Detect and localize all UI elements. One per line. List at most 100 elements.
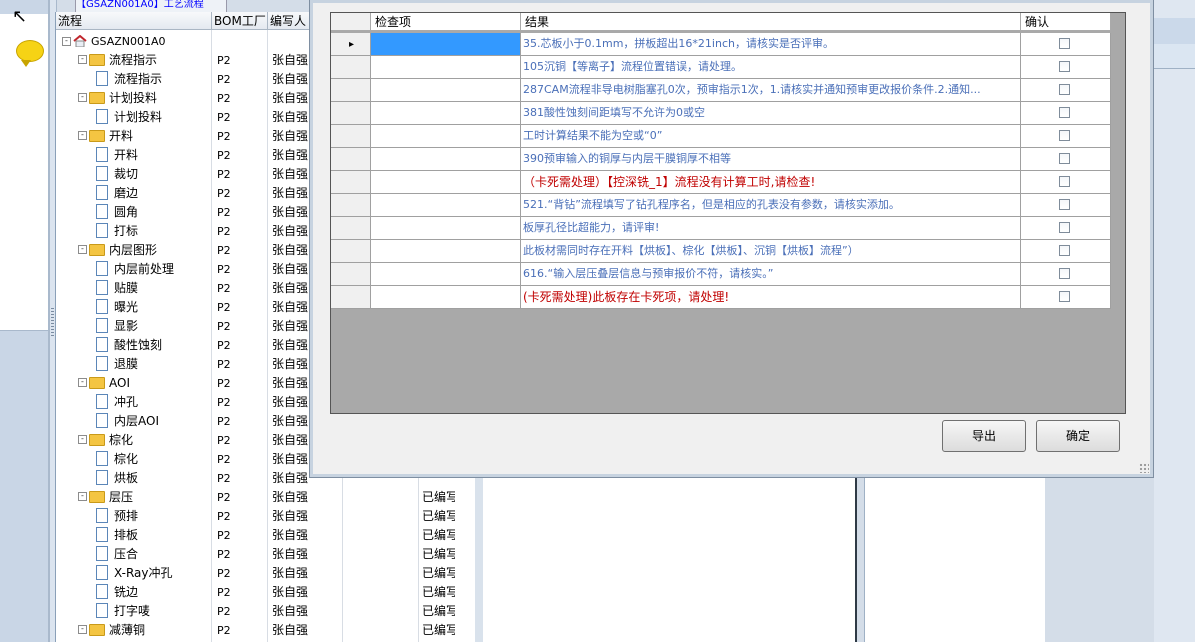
confirm-cell[interactable] <box>1021 79 1111 102</box>
confirm-cell[interactable] <box>1021 194 1111 217</box>
resize-grip-icon[interactable] <box>1139 463 1149 473</box>
check-item-cell[interactable] <box>371 194 521 217</box>
result-cell[interactable]: 35.芯板小于0.1mm，拼板超出16*21inch，请核实是否评审。 <box>521 33 1021 56</box>
chat-bubble-icon[interactable] <box>16 40 44 67</box>
collapse-icon[interactable]: - <box>78 245 87 254</box>
confirm-cell[interactable] <box>1021 240 1111 263</box>
result-cell[interactable]: （卡死需处理）【控深铣_1】流程没有计算工时,请检查! <box>521 171 1021 194</box>
collapse-icon[interactable]: - <box>78 55 87 64</box>
result-cell[interactable]: 此板材需同时存在开料【烘板】、棕化【烘板】、沉铜【烘板】流程”） <box>521 240 1021 263</box>
confirm-cell[interactable] <box>1021 33 1111 56</box>
confirm-cell[interactable] <box>1021 171 1111 194</box>
tree-row[interactable]: 铣边 P2 张自强 已编写 <box>56 583 476 602</box>
tree-row[interactable]: - 层压 P2 张自强 已编写 <box>56 488 476 507</box>
confirm-cell[interactable] <box>1021 217 1111 240</box>
column-header-bom[interactable]: BOM工厂 <box>212 12 268 30</box>
check-item-cell[interactable] <box>371 148 521 171</box>
row-header[interactable] <box>331 240 371 263</box>
check-result-row[interactable]: ▸ 35.芯板小于0.1mm，拼板超出16*21inch，请核实是否评审。 <box>331 33 1111 56</box>
row-header[interactable] <box>331 217 371 240</box>
splitter-grip-icon[interactable] <box>51 308 54 338</box>
confirm-cell[interactable] <box>1021 102 1111 125</box>
collapse-icon[interactable]: - <box>78 625 87 634</box>
right-tab-2[interactable] <box>1154 44 1195 69</box>
check-item-cell[interactable] <box>371 79 521 102</box>
tree-row[interactable]: 打字唛 P2 张自强 已编写 <box>56 602 476 621</box>
confirm-checkbox[interactable] <box>1059 38 1070 49</box>
check-result-row[interactable]: 390预审输入的铜厚与内层干膜铜厚不相等 <box>331 148 1111 171</box>
tree-row[interactable]: X-Ray冲孔 P2 张自强 已编写 <box>56 564 476 583</box>
confirm-cell[interactable] <box>1021 56 1111 79</box>
check-result-row[interactable]: （卡死需处理）【控深铣_1】流程没有计算工时,请检查! <box>331 171 1111 194</box>
check-result-row[interactable]: 521.“背钻”流程填写了钻孔程序名，但是相应的孔表没有参数，请核实添加。 <box>331 194 1111 217</box>
tree-row[interactable]: 排板 P2 张自强 已编写 <box>56 526 476 545</box>
check-item-cell[interactable] <box>371 125 521 148</box>
check-item-cell[interactable] <box>371 217 521 240</box>
check-result-row[interactable]: 工时计算结果不能为空或“0” <box>331 125 1111 148</box>
row-header[interactable] <box>331 263 371 286</box>
column-header-check-item[interactable]: 检查项 <box>371 13 521 31</box>
confirm-checkbox[interactable] <box>1059 245 1070 256</box>
result-cell[interactable]: 381酸性蚀刻间距填写不允许为0或空 <box>521 102 1021 125</box>
column-header-process[interactable]: 流程 <box>56 12 212 30</box>
check-item-cell[interactable] <box>371 263 521 286</box>
check-result-row[interactable]: 此板材需同时存在开料【烘板】、棕化【烘板】、沉铜【烘板】流程”） <box>331 240 1111 263</box>
row-header[interactable] <box>331 102 371 125</box>
row-header[interactable] <box>331 286 371 309</box>
tree-row[interactable]: - 减薄铜 P2 张自强 已编写 <box>56 621 476 640</box>
check-result-row[interactable]: 105沉铜【等离子】流程位置错误，请处理。 <box>331 56 1111 79</box>
row-header[interactable] <box>331 148 371 171</box>
result-cell[interactable]: 390预审输入的铜厚与内层干膜铜厚不相等 <box>521 148 1021 171</box>
confirm-cell[interactable] <box>1021 286 1111 309</box>
tree-row[interactable]: 压合 P2 张自强 已编写 <box>56 545 476 564</box>
check-result-row[interactable]: 616.“输入层压叠层信息与预审报价不符，请核实。” <box>331 263 1111 286</box>
confirm-checkbox[interactable] <box>1059 268 1070 279</box>
tree-row[interactable]: 预排 P2 张自强 已编写 <box>56 507 476 526</box>
row-header[interactable]: ▸ <box>331 33 371 56</box>
confirm-checkbox[interactable] <box>1059 107 1070 118</box>
collapse-icon[interactable]: - <box>78 93 87 102</box>
confirm-checkbox[interactable] <box>1059 84 1070 95</box>
confirm-checkbox[interactable] <box>1059 199 1070 210</box>
collapse-icon[interactable]: - <box>78 492 87 501</box>
confirm-checkbox[interactable] <box>1059 176 1070 187</box>
right-tab-1[interactable] <box>1154 18 1195 45</box>
collapse-icon[interactable]: - <box>78 378 87 387</box>
check-result-row[interactable]: 板厚孔径比超能力，请评审! <box>331 217 1111 240</box>
result-cell[interactable]: (卡死需处理)此板存在卡死项，请处理! <box>521 286 1021 309</box>
column-header-confirm[interactable]: 确认 <box>1021 13 1111 31</box>
result-cell[interactable]: 105沉铜【等离子】流程位置错误，请处理。 <box>521 56 1021 79</box>
row-header[interactable] <box>331 194 371 217</box>
check-item-cell[interactable] <box>371 33 521 56</box>
row-header[interactable] <box>331 125 371 148</box>
check-result-row[interactable]: 381酸性蚀刻间距填写不允许为0或空 <box>331 102 1111 125</box>
result-cell[interactable]: 板厚孔径比超能力，请评审! <box>521 217 1021 240</box>
collapse-icon[interactable]: - <box>78 435 87 444</box>
check-item-cell[interactable] <box>371 171 521 194</box>
row-header[interactable] <box>331 171 371 194</box>
check-item-cell[interactable] <box>371 56 521 79</box>
result-cell[interactable]: 工时计算结果不能为空或“0” <box>521 125 1021 148</box>
confirm-cell[interactable] <box>1021 263 1111 286</box>
confirm-checkbox[interactable] <box>1059 153 1070 164</box>
row-header[interactable] <box>331 56 371 79</box>
confirm-checkbox[interactable] <box>1059 291 1070 302</box>
collapse-icon[interactable]: - <box>62 36 71 46</box>
collapse-icon[interactable]: - <box>78 131 87 140</box>
export-button[interactable]: 导出 <box>942 420 1026 452</box>
confirm-checkbox[interactable] <box>1059 222 1070 233</box>
ok-button[interactable]: 确定 <box>1036 420 1120 452</box>
confirm-cell[interactable] <box>1021 125 1111 148</box>
check-item-cell[interactable] <box>371 102 521 125</box>
check-item-cell[interactable] <box>371 286 521 309</box>
check-result-row[interactable]: (卡死需处理)此板存在卡死项，请处理! <box>331 286 1111 309</box>
result-cell[interactable]: 287CAM流程非导电树脂塞孔0次，预审指示1次，1.请核实并通知预审更改报价条… <box>521 79 1021 102</box>
confirm-checkbox[interactable] <box>1059 61 1070 72</box>
result-cell[interactable]: 616.“输入层压叠层信息与预审报价不符，请核实。” <box>521 263 1021 286</box>
confirm-checkbox[interactable] <box>1059 130 1070 141</box>
confirm-cell[interactable] <box>1021 148 1111 171</box>
column-header-result[interactable]: 结果 <box>521 13 1021 31</box>
row-header[interactable] <box>331 79 371 102</box>
check-result-row[interactable]: 287CAM流程非导电树脂塞孔0次，预审指示1次，1.请核实并通知预审更改报价条… <box>331 79 1111 102</box>
result-cell[interactable]: 521.“背钻”流程填写了钻孔程序名，但是相应的孔表没有参数，请核实添加。 <box>521 194 1021 217</box>
